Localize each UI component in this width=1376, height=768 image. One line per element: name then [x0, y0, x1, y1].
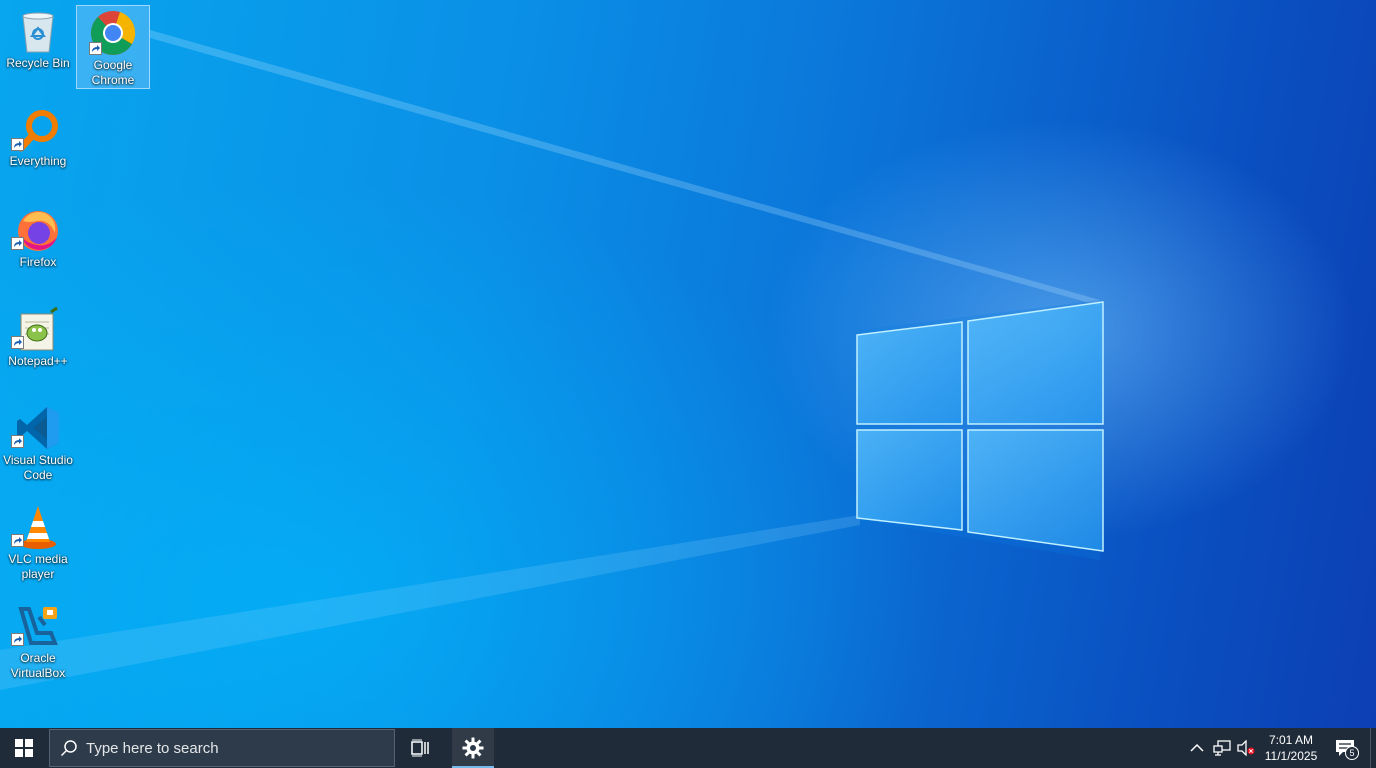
network-tray-button[interactable]: [1210, 728, 1234, 768]
desktop-icon-label: Google Chrome: [91, 58, 135, 87]
clock-date: 11/1/2025: [1264, 749, 1318, 763]
desktop[interactable]: Recycle Bin Google Chrome Everything Fir…: [0, 0, 1376, 728]
desktop-icon-label: Oracle VirtualBox: [10, 651, 66, 680]
clock-time: 7:01 AM: [1268, 733, 1314, 747]
volume-tray-button[interactable]: [1234, 728, 1258, 768]
shortcut-arrow-icon: [11, 138, 24, 151]
shortcut-arrow-icon: [89, 42, 102, 55]
shortcut-arrow-icon: [11, 534, 24, 547]
chevron-up-icon: [1190, 743, 1204, 752]
settings-gear-icon: [462, 737, 484, 759]
desktop-icon-vlc-media-player[interactable]: VLC media player: [1, 500, 75, 586]
show-desktop-button[interactable]: [1370, 728, 1376, 768]
network-icon: [1213, 740, 1231, 756]
shortcut-arrow-icon: [11, 633, 24, 646]
task-view-button[interactable]: [400, 728, 442, 768]
search-icon: [60, 740, 77, 757]
show-hidden-icons-button[interactable]: [1186, 728, 1208, 768]
system-clock[interactable]: 7:01 AM 11/1/2025: [1256, 728, 1326, 768]
desktop-icon-google-chrome[interactable]: Google Chrome: [76, 5, 150, 89]
task-view-icon: [411, 739, 429, 757]
start-button[interactable]: [0, 728, 48, 768]
search-placeholder: Type here to search: [86, 739, 219, 757]
desktop-icon-label: Notepad++: [8, 354, 68, 368]
desktop-icon-notepad-plus-plus[interactable]: Notepad++: [1, 302, 75, 374]
desktop-icon-recycle-bin[interactable]: Recycle Bin: [1, 6, 75, 86]
desktop-icon-visual-studio-code[interactable]: Visual Studio Code: [1, 401, 75, 487]
taskbar-settings-app[interactable]: [452, 728, 494, 768]
desktop-icon-everything[interactable]: Everything: [1, 104, 75, 176]
desktop-icon-label: VLC media player: [8, 552, 68, 581]
desktop-icon-label: Firefox: [19, 255, 57, 269]
desktop-icon-firefox[interactable]: Firefox: [1, 203, 75, 275]
desktop-icon-label: Everything: [9, 154, 67, 168]
desktop-icon-oracle-virtualbox[interactable]: Oracle VirtualBox: [1, 599, 75, 685]
windows-start-icon: [15, 739, 33, 757]
shortcut-arrow-icon: [11, 237, 24, 250]
recycle-bin-icon: [22, 12, 54, 53]
taskbar: Type here to search 7:01 AM 11/1/2025 5: [0, 728, 1376, 768]
taskbar-search-box[interactable]: Type here to search: [49, 729, 395, 767]
notification-count-badge: 5: [1345, 746, 1359, 760]
volume-muted-icon: [1237, 740, 1255, 756]
wallpaper-windows-logo: [0, 30, 1104, 690]
desktop-icon-label: Recycle Bin: [6, 56, 70, 70]
action-center-button[interactable]: 5: [1328, 728, 1362, 768]
shortcut-arrow-icon: [11, 336, 24, 349]
shortcut-arrow-icon: [11, 435, 24, 448]
desktop-icon-label: Visual Studio Code: [3, 453, 73, 482]
